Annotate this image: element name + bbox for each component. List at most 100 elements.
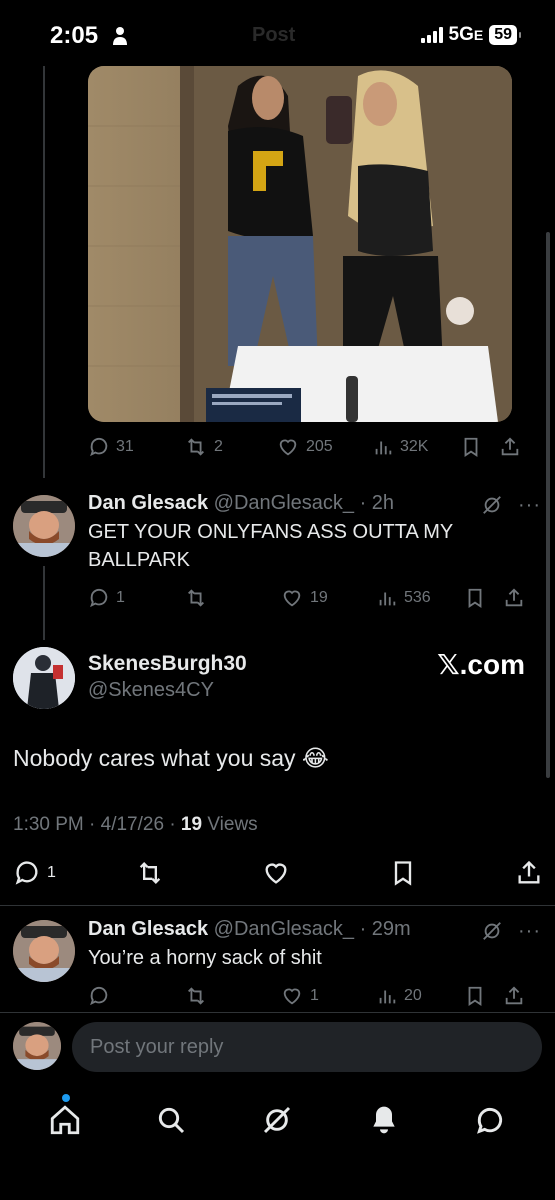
search-icon bbox=[159, 1107, 185, 1134]
views-count: 32K bbox=[400, 438, 429, 455]
share-icon[interactable] bbox=[502, 587, 526, 609]
like-button[interactable]: 1 bbox=[280, 985, 376, 1007]
photo-illustration bbox=[88, 66, 512, 422]
bookmark-icon[interactable] bbox=[389, 859, 417, 887]
avatar-image bbox=[13, 647, 75, 709]
author-name[interactable]: Dan Glesack bbox=[88, 492, 208, 514]
views-icon bbox=[375, 441, 392, 455]
avatar-image bbox=[13, 920, 75, 982]
reply-count: 31 bbox=[116, 438, 134, 455]
share-icon[interactable] bbox=[502, 985, 526, 1007]
repost-button[interactable] bbox=[184, 587, 280, 609]
heart-icon bbox=[279, 439, 297, 456]
nav-notifications[interactable] bbox=[364, 1100, 404, 1140]
repost-icon[interactable] bbox=[135, 859, 165, 887]
post-actions: 31 2 205 32K bbox=[88, 434, 528, 460]
heart-icon bbox=[283, 590, 301, 607]
grok-icon bbox=[264, 1106, 291, 1134]
more-options-icon[interactable]: ··· bbox=[518, 494, 541, 517]
share-icon[interactable] bbox=[515, 859, 543, 887]
network-type: 5GE bbox=[448, 24, 484, 45]
repost-icon bbox=[188, 438, 204, 456]
avatar[interactable] bbox=[13, 495, 75, 557]
reply-button[interactable]: 31 bbox=[88, 436, 184, 458]
reply-button[interactable]: 1 bbox=[88, 587, 184, 609]
scrollbar[interactable] bbox=[546, 232, 550, 778]
notifications-icon bbox=[372, 1106, 395, 1134]
views-button[interactable]: 32K bbox=[372, 436, 468, 458]
reply-count: 1 bbox=[47, 864, 56, 881]
person-icon bbox=[113, 27, 127, 45]
x-logo[interactable]: 𝕏.com bbox=[437, 648, 525, 681]
bottom-nav bbox=[0, 1085, 555, 1155]
home-icon bbox=[50, 1105, 80, 1135]
post-text: Nobody cares what you say 😂 bbox=[13, 745, 329, 771]
more-options-icon[interactable]: ··· bbox=[518, 920, 541, 943]
reply-actions: 1 20 bbox=[88, 983, 528, 1009]
repost-icon bbox=[188, 589, 204, 607]
like-count: 1 bbox=[310, 987, 319, 1004]
bookmark-icon[interactable] bbox=[464, 587, 486, 609]
author-handle[interactable]: @DanGlesack_ bbox=[214, 918, 354, 940]
bookmark-icon[interactable] bbox=[460, 436, 482, 458]
nav-messages[interactable] bbox=[470, 1100, 510, 1140]
like-button[interactable]: 19 bbox=[280, 587, 376, 609]
thread-line bbox=[43, 566, 45, 640]
nav-grok[interactable] bbox=[257, 1100, 297, 1140]
post-time: · 2h bbox=[359, 492, 395, 514]
views-icon bbox=[379, 990, 396, 1004]
views-button[interactable]: 536 bbox=[376, 587, 468, 609]
my-avatar[interactable] bbox=[13, 1022, 61, 1070]
views-button[interactable]: 20 bbox=[376, 985, 468, 1007]
author-name[interactable]: SkenesBurgh30 bbox=[88, 652, 247, 676]
bookmark-icon[interactable] bbox=[464, 985, 486, 1007]
share-icon[interactable] bbox=[498, 436, 522, 458]
thread-line bbox=[43, 66, 45, 478]
reply-button[interactable] bbox=[88, 985, 184, 1007]
grok-icon[interactable] bbox=[481, 920, 503, 942]
like-count: 19 bbox=[310, 589, 328, 606]
reply-button[interactable]: 1 bbox=[13, 859, 135, 887]
avatar[interactable] bbox=[13, 920, 75, 982]
reply-actions: 1 19 536 bbox=[88, 585, 528, 611]
heart-icon bbox=[283, 988, 301, 1005]
main-post-actions: 1 bbox=[13, 858, 543, 888]
grok-icon[interactable] bbox=[481, 494, 503, 516]
heart-icon[interactable] bbox=[261, 859, 291, 887]
avatar-image bbox=[13, 495, 75, 557]
author-handle[interactable]: @DanGlesack_ bbox=[214, 492, 354, 514]
unread-dot bbox=[62, 1094, 70, 1102]
author-name[interactable]: Dan Glesack bbox=[88, 918, 208, 940]
repost-button[interactable]: 2 bbox=[184, 436, 276, 458]
post-image[interactable] bbox=[88, 66, 512, 422]
post-meta: 1:30 PM · 4/17/26 · 19 Views bbox=[13, 814, 258, 836]
views-count: 20 bbox=[404, 987, 422, 1004]
avatar[interactable] bbox=[13, 647, 75, 709]
reply-header: Dan Glesack @DanGlesack_ · 29m bbox=[88, 918, 411, 941]
view-label: Views bbox=[202, 814, 258, 835]
reply-text: GET YOUR ONLYFANS ASS OUTTA MY BALLPARK bbox=[88, 521, 453, 571]
reply-icon bbox=[15, 861, 38, 885]
reply-text: You’re a horny sack of shit bbox=[88, 947, 322, 969]
views-count: 536 bbox=[404, 589, 431, 606]
reply-icon bbox=[90, 588, 108, 608]
views-icon bbox=[379, 592, 396, 606]
repost-button[interactable] bbox=[184, 985, 280, 1007]
battery-level: 59 bbox=[489, 25, 521, 45]
reply-input[interactable]: Post your reply bbox=[72, 1022, 542, 1072]
reply-icon bbox=[90, 437, 108, 457]
screen-title: Post bbox=[252, 24, 296, 46]
divider bbox=[0, 905, 555, 906]
post-time: · 29m bbox=[359, 918, 411, 940]
nav-home[interactable] bbox=[45, 1100, 85, 1140]
status-indicators: 5GE 59 bbox=[420, 24, 521, 46]
like-count: 205 bbox=[306, 438, 333, 455]
reply-count: 1 bbox=[116, 589, 125, 606]
author-handle[interactable]: @Skenes4CY bbox=[88, 679, 214, 702]
reply-icon bbox=[90, 986, 108, 1006]
reply-header: Dan Glesack @DanGlesack_ · 2h bbox=[88, 492, 394, 515]
nav-search[interactable] bbox=[151, 1100, 191, 1140]
like-button[interactable]: 205 bbox=[276, 436, 372, 458]
repost-icon bbox=[188, 987, 204, 1005]
post-timestamp: 1:30 PM · 4/17/26 · bbox=[13, 814, 181, 835]
